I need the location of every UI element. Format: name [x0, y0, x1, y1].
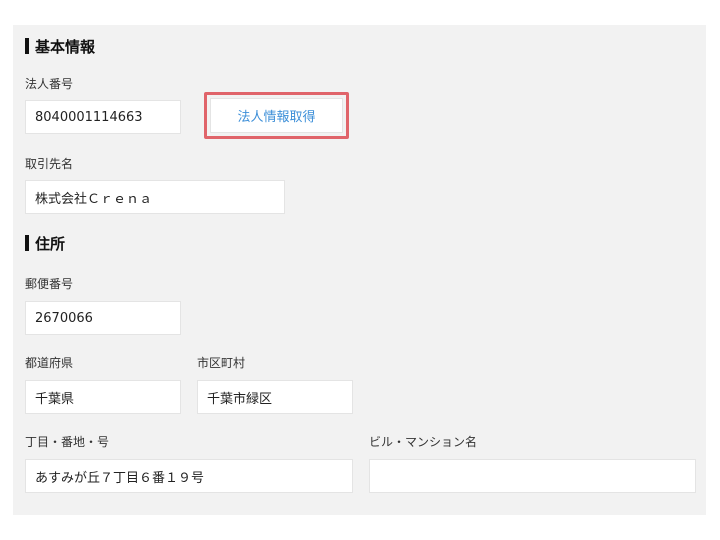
building-label: ビル・マンション名 — [369, 435, 478, 449]
heading-bar-icon — [25, 235, 29, 251]
city-label: 市区町村 — [197, 356, 246, 370]
address-heading: 住所 — [25, 233, 65, 253]
postal-code-input[interactable]: 2670066 — [25, 301, 181, 335]
form-panel: 基本情報 法人番号 8040001114663 法人情報取得 取引先名 株式会社… — [13, 25, 706, 515]
building-input[interactable] — [369, 459, 696, 493]
client-name-label: 取引先名 — [25, 157, 74, 171]
heading-bar-icon — [25, 38, 29, 54]
street-input[interactable]: あすみが丘７丁目６番１９号 — [25, 459, 353, 493]
city-input[interactable]: 千葉市緑区 — [197, 380, 353, 414]
street-label: 丁目・番地・号 — [25, 435, 110, 449]
client-name-input[interactable]: 株式会社Ｃｒｅｎａ — [25, 180, 285, 214]
fetch-button-highlight: 法人情報取得 — [204, 92, 349, 139]
corporate-number-label: 法人番号 — [25, 77, 74, 91]
postal-code-label: 郵便番号 — [25, 277, 74, 291]
fetch-corporate-info-button[interactable]: 法人情報取得 — [210, 98, 343, 133]
prefecture-input[interactable]: 千葉県 — [25, 380, 181, 414]
address-heading-text: 住所 — [35, 234, 66, 253]
prefecture-label: 都道府県 — [25, 356, 74, 370]
basic-info-heading: 基本情報 — [25, 36, 95, 56]
corporate-number-input[interactable]: 8040001114663 — [25, 100, 181, 134]
basic-info-heading-text: 基本情報 — [35, 37, 96, 56]
